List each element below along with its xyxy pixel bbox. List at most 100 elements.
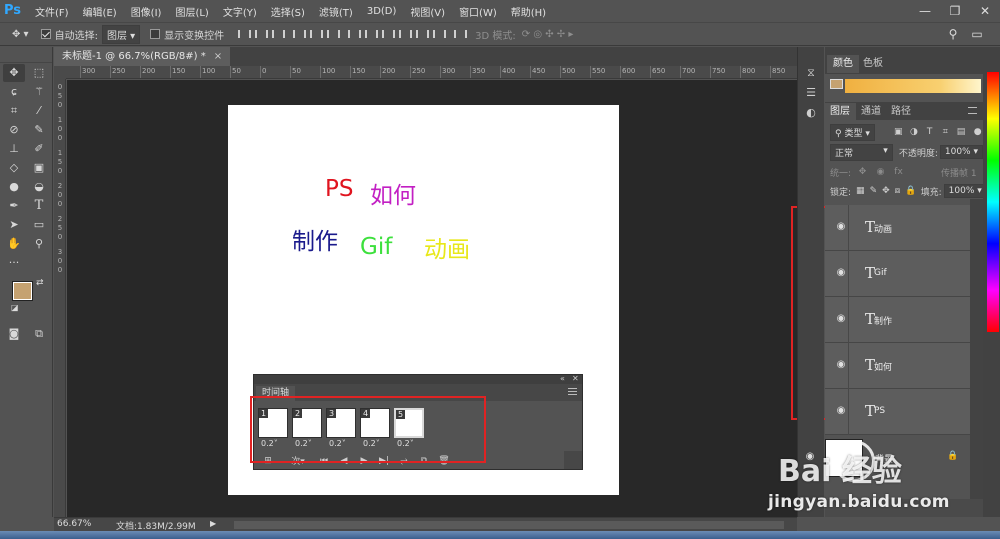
tab-channels[interactable]: 通道 — [855, 103, 887, 120]
frame-delay-dropdown[interactable]: 0.2˅ — [329, 439, 346, 448]
minimize-button[interactable]: — — [910, 0, 940, 22]
maximize-button[interactable]: ❐ — [940, 0, 970, 22]
horizontal-scrollbar[interactable] — [234, 521, 784, 529]
lasso-tool-icon[interactable]: ɕ — [3, 83, 25, 101]
auto-select-dropdown[interactable]: 图层 ▾ — [101, 24, 141, 44]
menu-select[interactable]: 选择(S) — [264, 4, 312, 19]
crop-tool-icon[interactable]: ⌗ — [3, 102, 25, 120]
close-button[interactable]: ✕ — [970, 0, 1000, 22]
menu-view[interactable]: 视图(V) — [403, 4, 452, 19]
3d-rotate-icon[interactable]: ⟳ ◎ ✣ ✢ ▸ — [522, 29, 574, 40]
tween-icon[interactable]: ⥂ — [394, 456, 414, 466]
frame-delay-dropdown[interactable]: 0.2˅ — [397, 439, 414, 448]
menu-layer[interactable]: 图层(L) — [168, 4, 215, 19]
foreground-color-swatch[interactable] — [12, 281, 33, 301]
visibility-eye-icon[interactable]: ◉ — [834, 313, 848, 325]
screen-mode-icon[interactable]: ⧉ — [28, 325, 50, 343]
menu-image[interactable]: 图像(I) — [124, 4, 169, 19]
type-tool-icon[interactable]: T — [28, 197, 50, 215]
distribute-right-icon[interactable] — [431, 28, 447, 40]
menu-file[interactable]: 文件(F) — [28, 4, 76, 19]
swap-colors-icon[interactable]: ⇄ — [36, 278, 44, 288]
toolbar-grip[interactable] — [0, 47, 52, 63]
rectangle-tool-icon[interactable]: ▭ — [28, 216, 50, 234]
align-left-icon[interactable] — [291, 28, 307, 40]
visibility-eye-icon[interactable]: ◉ — [834, 405, 848, 417]
lock-transparent-icon[interactable]: ▦ — [856, 185, 865, 197]
previous-frame-icon[interactable]: ◀ — [334, 456, 354, 466]
visibility-eye-icon[interactable]: ◉ — [834, 221, 848, 233]
frame-thumbnail[interactable]: 4 — [360, 408, 390, 438]
workspace-icon[interactable]: ▭ — [968, 25, 986, 43]
visibility-eye-icon[interactable]: ◉ — [834, 359, 848, 371]
lock-pixels-icon[interactable]: ✎ — [870, 185, 878, 197]
status-menu-arrow-icon[interactable]: ▶ — [210, 519, 216, 528]
gradient-tool-icon[interactable]: ▣ — [28, 159, 50, 177]
loop-count-dropdown[interactable]: 次▾ — [288, 454, 308, 467]
align-bottom-icon[interactable] — [270, 28, 286, 40]
layer-name[interactable]: 制作 — [874, 314, 892, 327]
vertical-ruler[interactable]: 050100150200250300 — [54, 79, 66, 517]
play-icon[interactable]: ▶ — [354, 456, 374, 466]
search-icon[interactable]: ⚲ — [944, 25, 962, 43]
align-top-icon[interactable] — [236, 28, 252, 40]
zoom-level[interactable]: 66.67% — [57, 519, 91, 529]
auto-select-checkbox[interactable] — [40, 29, 51, 39]
frame-thumbnail[interactable]: 2 — [292, 408, 322, 438]
magic-wand-tool-icon[interactable]: ⚚ — [28, 83, 50, 101]
distribute-left-icon[interactable] — [397, 28, 413, 40]
history-icon[interactable]: ⧖ — [802, 65, 820, 81]
frame-delay-dropdown[interactable]: 0.2˅ — [295, 439, 312, 448]
menu-help[interactable]: 帮助(H) — [504, 4, 553, 19]
auto-align-icon[interactable] — [452, 28, 468, 40]
filter-smart-icon[interactable]: ▤ — [956, 126, 967, 138]
menu-filter[interactable]: 滤镜(T) — [312, 4, 360, 19]
properties-icon[interactable]: ☰ — [802, 85, 820, 101]
distribute-vcenter-icon[interactable] — [363, 28, 379, 40]
distribute-hcenter-icon[interactable] — [414, 28, 430, 40]
layer-name[interactable]: 如何 — [874, 360, 892, 373]
animation-frame[interactable]: 2 0.2˅ — [292, 408, 322, 451]
layer-name[interactable]: PS — [874, 406, 885, 416]
pen-tool-icon[interactable]: ✒ — [3, 197, 25, 215]
healing-brush-tool-icon[interactable]: ⊘ — [3, 121, 25, 139]
marquee-tool-icon[interactable]: ⬚ — [28, 64, 50, 82]
unify-style-icon[interactable]: fx — [892, 166, 905, 178]
hand-tool-icon[interactable]: ✋ — [3, 235, 25, 253]
frame-delay-dropdown[interactable]: 0.2˅ — [363, 439, 380, 448]
dodge-tool-icon[interactable]: ◒ — [28, 178, 50, 196]
blur-tool-icon[interactable]: ● — [3, 178, 25, 196]
timeline-tab[interactable]: 时间轴 — [256, 386, 296, 401]
first-frame-icon[interactable]: ⏮ — [314, 456, 334, 466]
align-vcenter-icon[interactable] — [253, 28, 269, 40]
layer-name[interactable]: Gif — [874, 268, 887, 278]
menu-type[interactable]: 文字(Y) — [216, 4, 264, 19]
layer-row[interactable]: ◉ T 如何 — [825, 343, 970, 389]
align-hcenter-icon[interactable] — [308, 28, 324, 40]
eraser-tool-icon[interactable]: ◇ — [3, 159, 25, 177]
lock-all-icon[interactable]: 🔒 — [905, 185, 916, 197]
panel-menu-icon[interactable] — [568, 388, 577, 395]
show-transform-option[interactable]: 显示变换控件 — [150, 27, 224, 42]
animation-frame[interactable]: 5 0.2˅ — [394, 408, 424, 451]
animation-frame[interactable]: 3 0.2˅ — [326, 408, 356, 451]
menu-window[interactable]: 窗口(W) — [452, 4, 504, 19]
frame-thumbnail[interactable]: 5 — [394, 408, 424, 438]
more-tools-icon[interactable]: ··· — [3, 254, 25, 272]
move-tool-icon[interactable]: ✥ — [3, 63, 25, 82]
show-transform-checkbox[interactable] — [150, 29, 161, 39]
unify-position-icon[interactable]: ✥ — [856, 166, 869, 178]
layer-name[interactable]: 动画 — [874, 222, 892, 235]
filter-pixel-icon[interactable]: ▣ — [893, 126, 904, 138]
path-selection-tool-icon[interactable]: ➤ — [3, 216, 25, 234]
hue-spectrum[interactable] — [987, 72, 999, 332]
distribute-bottom-icon[interactable] — [380, 28, 396, 40]
adjustments-icon[interactable]: ◐ — [802, 105, 820, 121]
tab-layers[interactable]: 图层 — [824, 103, 856, 120]
filter-shape-icon[interactable]: ⌗ — [940, 126, 951, 138]
lock-position-icon[interactable]: ✥ — [882, 185, 890, 197]
distribute-top-icon[interactable] — [346, 28, 362, 40]
layers-panel-menu-icon[interactable] — [968, 107, 977, 114]
timeline-resize-handle[interactable] — [564, 451, 582, 469]
brush-tool-icon[interactable]: ✎ — [28, 121, 50, 139]
